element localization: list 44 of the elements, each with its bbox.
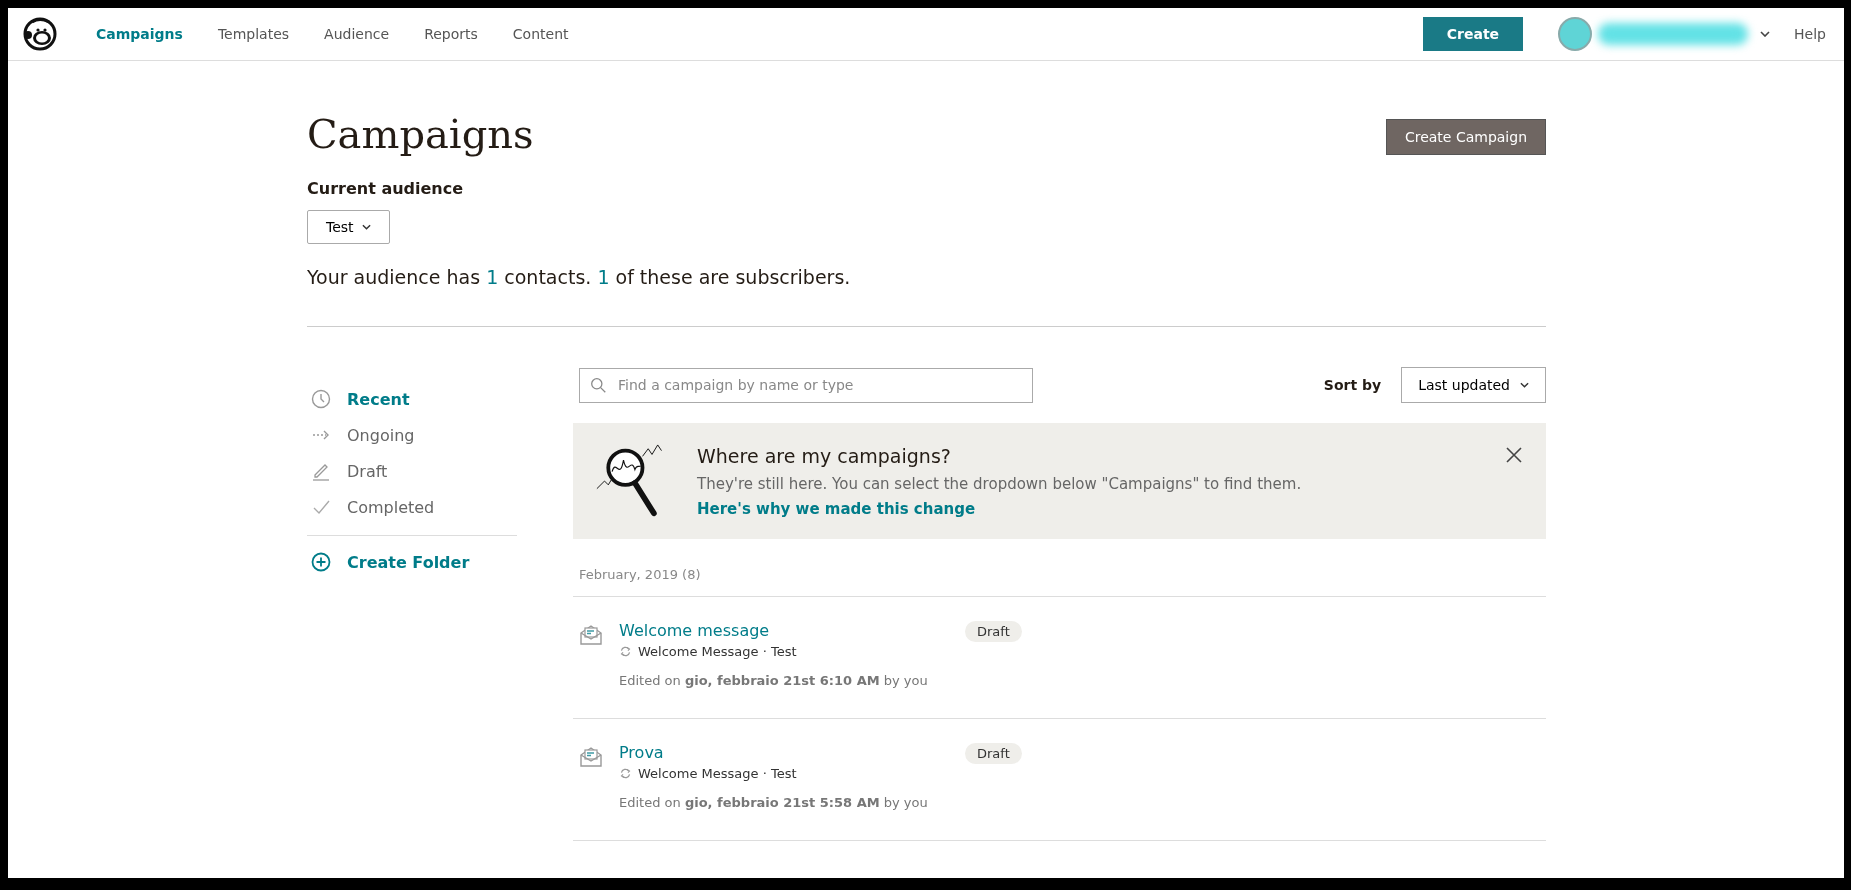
audience-dropdown[interactable]: Test xyxy=(307,210,390,244)
search-icon xyxy=(590,376,607,394)
edited-info: Edited on gio, febbraio 21st 5:58 AM by you xyxy=(619,795,929,810)
banner-link[interactable]: Here's why we made this change xyxy=(697,500,976,518)
clock-icon xyxy=(311,389,331,409)
sidebar-item[interactable]: Draft xyxy=(307,453,517,489)
create-button[interactable]: Create xyxy=(1422,17,1524,51)
sidebar-item[interactable]: Ongoing xyxy=(307,417,517,453)
nav-tab[interactable]: Campaigns xyxy=(96,26,183,42)
close-icon[interactable] xyxy=(1506,447,1522,463)
search-field[interactable]: Find a campaign by name or type xyxy=(579,367,1033,403)
campaign-name-link[interactable]: Welcome message xyxy=(619,621,949,640)
chevron-down-icon[interactable] xyxy=(1760,31,1771,37)
page-title: Campaigns xyxy=(307,111,535,157)
sidebar-item[interactable]: Recent xyxy=(307,381,517,417)
create-folder-link[interactable]: Create Folder xyxy=(307,552,517,572)
status-badge: Draft xyxy=(965,621,1022,642)
campaign-name-link[interactable]: Prova xyxy=(619,743,949,762)
edited-info: Edited on gio, febbraio 21st 6:10 AM by you xyxy=(619,673,929,688)
monkey-logo-icon[interactable] xyxy=(22,16,58,52)
nav-tab[interactable]: Templates xyxy=(217,26,290,42)
nav-tab[interactable]: Reports xyxy=(424,26,478,42)
group-heading: February, 2019 (8) xyxy=(573,539,1546,597)
chevron-down-icon xyxy=(1520,382,1529,388)
status-badge: Draft xyxy=(965,743,1022,764)
nav-tab[interactable]: Content xyxy=(512,26,569,42)
audience-summary: Your audience has 1 contacts. 1 of these are subscribers. xyxy=(307,266,851,288)
envelope-icon xyxy=(579,745,603,769)
chevron-down-icon xyxy=(361,224,371,230)
sort-dropdown[interactable]: Last updated xyxy=(1401,367,1546,403)
envelope-icon xyxy=(579,623,603,647)
nav-tab[interactable]: Audience xyxy=(324,26,390,42)
plus-circle-icon xyxy=(311,552,331,572)
help-link[interactable]: Help xyxy=(1794,26,1826,42)
campaign-type: Welcome Message · Test xyxy=(638,766,797,781)
recurring-icon xyxy=(619,645,632,658)
banner-text: They're still here. You can select the dropdown below "Campaigns" to find them. xyxy=(697,475,1303,493)
sidebar-item[interactable]: Completed xyxy=(307,489,517,525)
campaign-type: Welcome Message · Test xyxy=(638,644,797,659)
banner-title: Where are my campaigns? xyxy=(697,445,952,467)
create-campaign-button[interactable]: Create Campaign xyxy=(1385,119,1546,155)
recurring-icon xyxy=(619,767,632,780)
audience-label: Current audience xyxy=(307,179,465,198)
sort-label: Sort by xyxy=(1323,377,1382,393)
